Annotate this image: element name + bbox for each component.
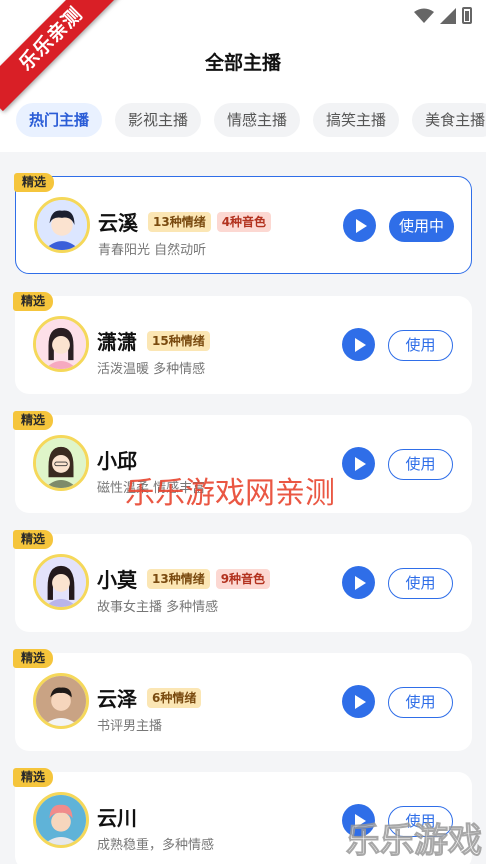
avatar <box>33 554 89 610</box>
host-name: 云川 <box>97 806 137 830</box>
use-button[interactable]: 使用 <box>388 449 453 480</box>
use-button[interactable]: 使用 <box>388 687 453 718</box>
avatar <box>33 792 89 848</box>
voice-tag: 4种音色 <box>216 211 272 232</box>
watermark-logo: 乐乐游戏 <box>346 821 483 862</box>
host-name: 潇潇 <box>97 330 137 354</box>
featured-badge: 精选 <box>13 530 54 549</box>
tab-hot[interactable]: 热门主播 <box>16 103 103 137</box>
host-card-yunxi[interactable]: 精选 云溪 13种情绪 4种音色 青春阳光 自然动听 使用中 <box>14 173 472 274</box>
battery-icon <box>462 7 472 24</box>
host-name: 小莫 <box>97 568 137 592</box>
play-icon[interactable] <box>342 328 375 361</box>
host-description: 成熟稳重，多种情感 <box>97 838 215 853</box>
host-name: 云溪 <box>98 211 138 235</box>
play-icon[interactable] <box>342 685 375 718</box>
featured-badge: 精选 <box>13 411 54 430</box>
play-icon[interactable] <box>342 566 375 599</box>
avatar <box>33 316 89 372</box>
host-description: 青春阳光 自然动听 <box>98 243 207 258</box>
host-description: 故事女主播 多种情感 <box>97 600 219 615</box>
watermark-text: 乐乐游戏网亲测 <box>125 476 335 511</box>
signal-icon <box>440 7 456 24</box>
host-description: 书评男主播 <box>97 719 163 734</box>
emotion-tag: 6种情绪 <box>147 687 202 708</box>
host-card-xiaomo[interactable]: 精选 小莫 13种情绪 9种音色 故事女主播 多种情感 使用 <box>13 530 472 632</box>
use-button[interactable]: 使用 <box>388 568 453 599</box>
featured-badge: 精选 <box>13 768 54 787</box>
tab-comedy[interactable]: 搞笑主播 <box>313 103 400 137</box>
host-card-yunze[interactable]: 精选 云泽 6种情绪 书评男主播 使用 <box>13 649 472 751</box>
use-button[interactable]: 使用 <box>388 330 453 361</box>
avatar <box>34 197 90 253</box>
tab-emotion[interactable]: 情感主播 <box>214 103 301 137</box>
page-title: 全部主播 <box>204 51 281 74</box>
in-use-button[interactable]: 使用中 <box>389 211 454 242</box>
host-description: 活泼温暖 多种情感 <box>97 362 206 377</box>
host-card-xiaoxiao[interactable]: 精选 潇潇 15种情绪 活泼温暖 多种情感 使用 <box>13 292 472 394</box>
host-name: 云泽 <box>97 687 137 711</box>
avatar <box>33 435 89 491</box>
play-icon[interactable] <box>343 209 376 242</box>
tab-food[interactable]: 美食主播 <box>412 103 486 137</box>
avatar <box>33 673 89 729</box>
play-icon[interactable] <box>342 447 375 480</box>
featured-badge: 精选 <box>14 173 55 192</box>
header: 全部主播 <box>0 34 486 88</box>
voice-tag: 9种音色 <box>215 568 271 589</box>
emotion-tag: 15种情绪 <box>147 330 210 351</box>
emotion-tag: 13种情绪 <box>147 568 210 589</box>
featured-badge: 精选 <box>13 292 54 311</box>
tab-film[interactable]: 影视主播 <box>115 103 202 137</box>
emotion-tag: 13种情绪 <box>148 211 211 232</box>
featured-badge: 精选 <box>13 649 54 668</box>
category-tabs: 热门主播 影视主播 情感主播 搞笑主播 美食主播 <box>0 88 486 152</box>
wifi-icon <box>414 8 434 23</box>
